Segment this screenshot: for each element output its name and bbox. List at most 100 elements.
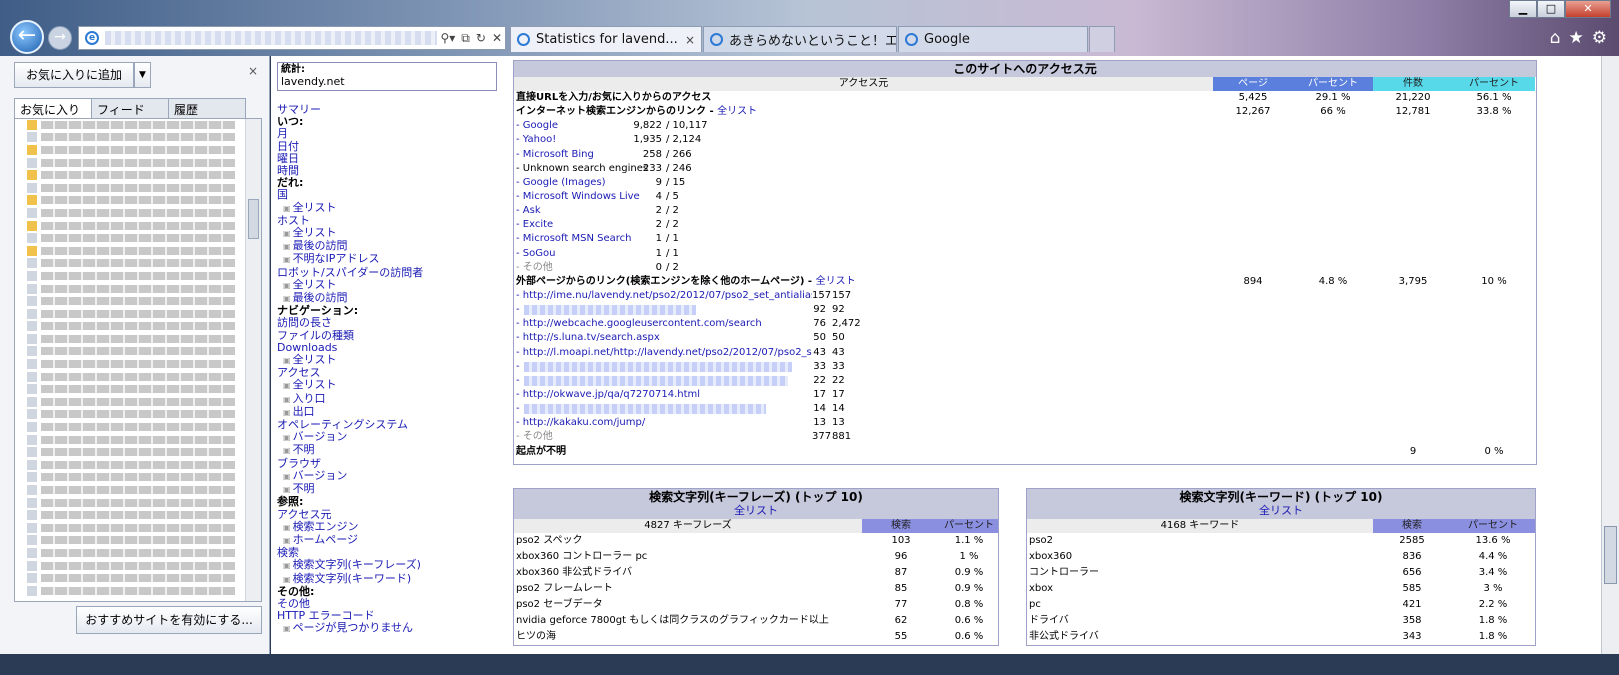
favorite-item[interactable] (15, 585, 261, 598)
tab-statistics[interactable]: Statistics for lavend... × (510, 26, 702, 52)
nav-sublink[interactable]: ホームページ (277, 533, 497, 547)
favorite-item[interactable] (15, 509, 261, 522)
favorite-item[interactable] (15, 522, 261, 535)
back-button[interactable]: ← (10, 20, 44, 54)
favorite-item[interactable] (15, 169, 261, 182)
favorite-item[interactable] (15, 157, 261, 170)
nav-link[interactable]: 日付 (277, 140, 497, 153)
tab-feeds[interactable]: フィード (91, 98, 169, 118)
nav-sublink[interactable]: 検索文字列(キーワード) (277, 572, 497, 586)
search-icon[interactable]: ⚲▾ (437, 31, 458, 45)
tab-akiramenai[interactable]: あきらめないということ！エン... (703, 26, 897, 52)
favorite-item[interactable] (15, 547, 261, 560)
scroll-thumb[interactable] (248, 199, 259, 239)
close-window-button[interactable]: ✕ (1565, 0, 1611, 18)
favorite-item[interactable] (15, 220, 261, 233)
search-engine-link[interactable]: - SoGou (516, 247, 630, 261)
search-engine-link[interactable]: - Microsoft Bing (516, 148, 630, 162)
nav-link[interactable]: ロボット/スパイダーの訪問者 (277, 266, 497, 279)
search-engine-link[interactable]: - Microsoft MSN Search (516, 232, 631, 246)
favorite-item[interactable] (15, 295, 261, 308)
favorite-item[interactable] (15, 144, 261, 157)
chevron-down-icon[interactable]: ▼ (134, 62, 151, 88)
nav-sublink[interactable]: ページが見つかりません (277, 622, 497, 635)
nav-sublink[interactable]: 検索文字列(キーフレーズ) (277, 559, 497, 572)
nav-link[interactable]: アクセス元 (277, 508, 497, 521)
favorite-item[interactable] (15, 484, 261, 497)
suggested-sites-button[interactable]: おすすめサイトを有効にする... (76, 606, 262, 634)
favorite-item[interactable] (15, 333, 261, 346)
favorite-item[interactable] (15, 572, 261, 585)
referrer-url-link[interactable]: - http://webcache.googleusercontent.com/… (516, 317, 812, 331)
nav-link[interactable]: 曜日 (277, 152, 497, 165)
new-tab-button[interactable] (1089, 26, 1115, 52)
favorite-item[interactable] (15, 195, 261, 208)
favorite-item[interactable] (15, 283, 261, 296)
nav-link[interactable]: 国 (277, 189, 497, 201)
favorite-item[interactable] (15, 497, 261, 510)
favorite-item[interactable] (15, 535, 261, 548)
nav-link[interactable]: 訪問の長さ (277, 317, 497, 329)
home-icon[interactable]: ⌂ (1550, 28, 1561, 48)
referrer-url-link[interactable]: - http://s.luna.tv/search.aspx (516, 331, 812, 345)
nav-sublink[interactable]: 不明なIPアドレス (277, 253, 497, 266)
keyphrases-full-list-link[interactable]: 全リスト (514, 504, 998, 518)
favorite-item[interactable] (15, 270, 261, 283)
search-engine-link[interactable]: - その他 (516, 261, 630, 275)
full-list-link[interactable]: 全リスト (816, 276, 856, 287)
referrer-url-link[interactable]: - http://l.moapi.net/http://lavendy.net/… (516, 346, 812, 360)
favorite-item[interactable] (15, 132, 261, 145)
nav-sublink[interactable]: 全リスト (277, 201, 497, 215)
favorite-item[interactable] (15, 308, 261, 321)
favorite-item[interactable] (15, 245, 261, 258)
favorite-item[interactable] (15, 383, 261, 397)
nav-sublink[interactable]: 不明 (277, 444, 497, 457)
nav-sublink[interactable]: 不明 (277, 482, 497, 496)
tab-google[interactable]: Google (898, 26, 1088, 52)
gear-icon[interactable]: ⚙ (1592, 28, 1607, 48)
tab-favorites[interactable]: お気に入り (14, 98, 92, 118)
favorite-item[interactable] (15, 258, 261, 271)
favorite-item[interactable] (15, 321, 261, 334)
favorite-item[interactable] (15, 472, 261, 485)
referrer-url-link[interactable]: - http://okwave.jp/qa/q7270714.html (516, 388, 812, 402)
favorite-item[interactable] (15, 396, 261, 409)
compat-view-icon[interactable]: ⧉ (458, 31, 473, 46)
search-engine-link[interactable]: - Ask (516, 204, 630, 218)
favorite-item[interactable] (15, 182, 261, 195)
star-icon[interactable]: ★ (1569, 28, 1584, 48)
page-scrollbar[interactable] (1601, 56, 1619, 654)
full-list-link[interactable]: 全リスト (717, 106, 757, 117)
refresh-icon[interactable]: ↻ (473, 31, 489, 45)
nav-sublink[interactable]: 全リスト (277, 379, 497, 392)
referrer-url-link[interactable]: - その他 (516, 430, 812, 444)
keywords-full-list-link[interactable]: 全リスト (1027, 504, 1535, 518)
search-engine-link[interactable]: - Google (Images) (516, 176, 630, 190)
nav-link[interactable]: 時間 (277, 164, 497, 177)
favorite-item[interactable] (15, 459, 261, 472)
search-engine-link[interactable]: - Microsoft Windows Live (516, 190, 640, 204)
forward-button[interactable]: → (48, 26, 72, 50)
favorite-item[interactable] (15, 346, 261, 359)
close-icon[interactable]: × (685, 33, 695, 47)
favorite-item[interactable] (15, 358, 261, 371)
search-engine-link[interactable]: - Google (516, 119, 630, 133)
favorite-item[interactable] (15, 119, 261, 132)
tab-history[interactable]: 履歴 (168, 98, 246, 118)
nav-link[interactable]: サマリー (277, 103, 497, 116)
referrer-url-link[interactable]: - http://kakaku.com/jump/ (516, 416, 812, 430)
maximize-button[interactable]: □ (1537, 0, 1565, 18)
favorite-item[interactable] (15, 421, 261, 434)
referrer-url-link[interactable]: - http://ime.nu/lavendy.net/pso2/2012/07… (516, 289, 812, 303)
search-engine-link[interactable]: - Excite (516, 218, 630, 232)
favorite-item[interactable] (15, 371, 261, 384)
minimize-button[interactable]: ▁ (1509, 0, 1537, 18)
favorite-item[interactable] (15, 446, 261, 460)
favorite-item[interactable] (15, 434, 261, 447)
search-engine-link[interactable]: - Yahoo! (516, 133, 630, 147)
favorite-item[interactable] (15, 207, 261, 220)
close-icon[interactable]: × (248, 64, 258, 78)
favorite-item[interactable] (15, 409, 261, 422)
favorite-item[interactable] (15, 232, 261, 245)
nav-sublink[interactable]: 検索エンジン (277, 520, 497, 534)
